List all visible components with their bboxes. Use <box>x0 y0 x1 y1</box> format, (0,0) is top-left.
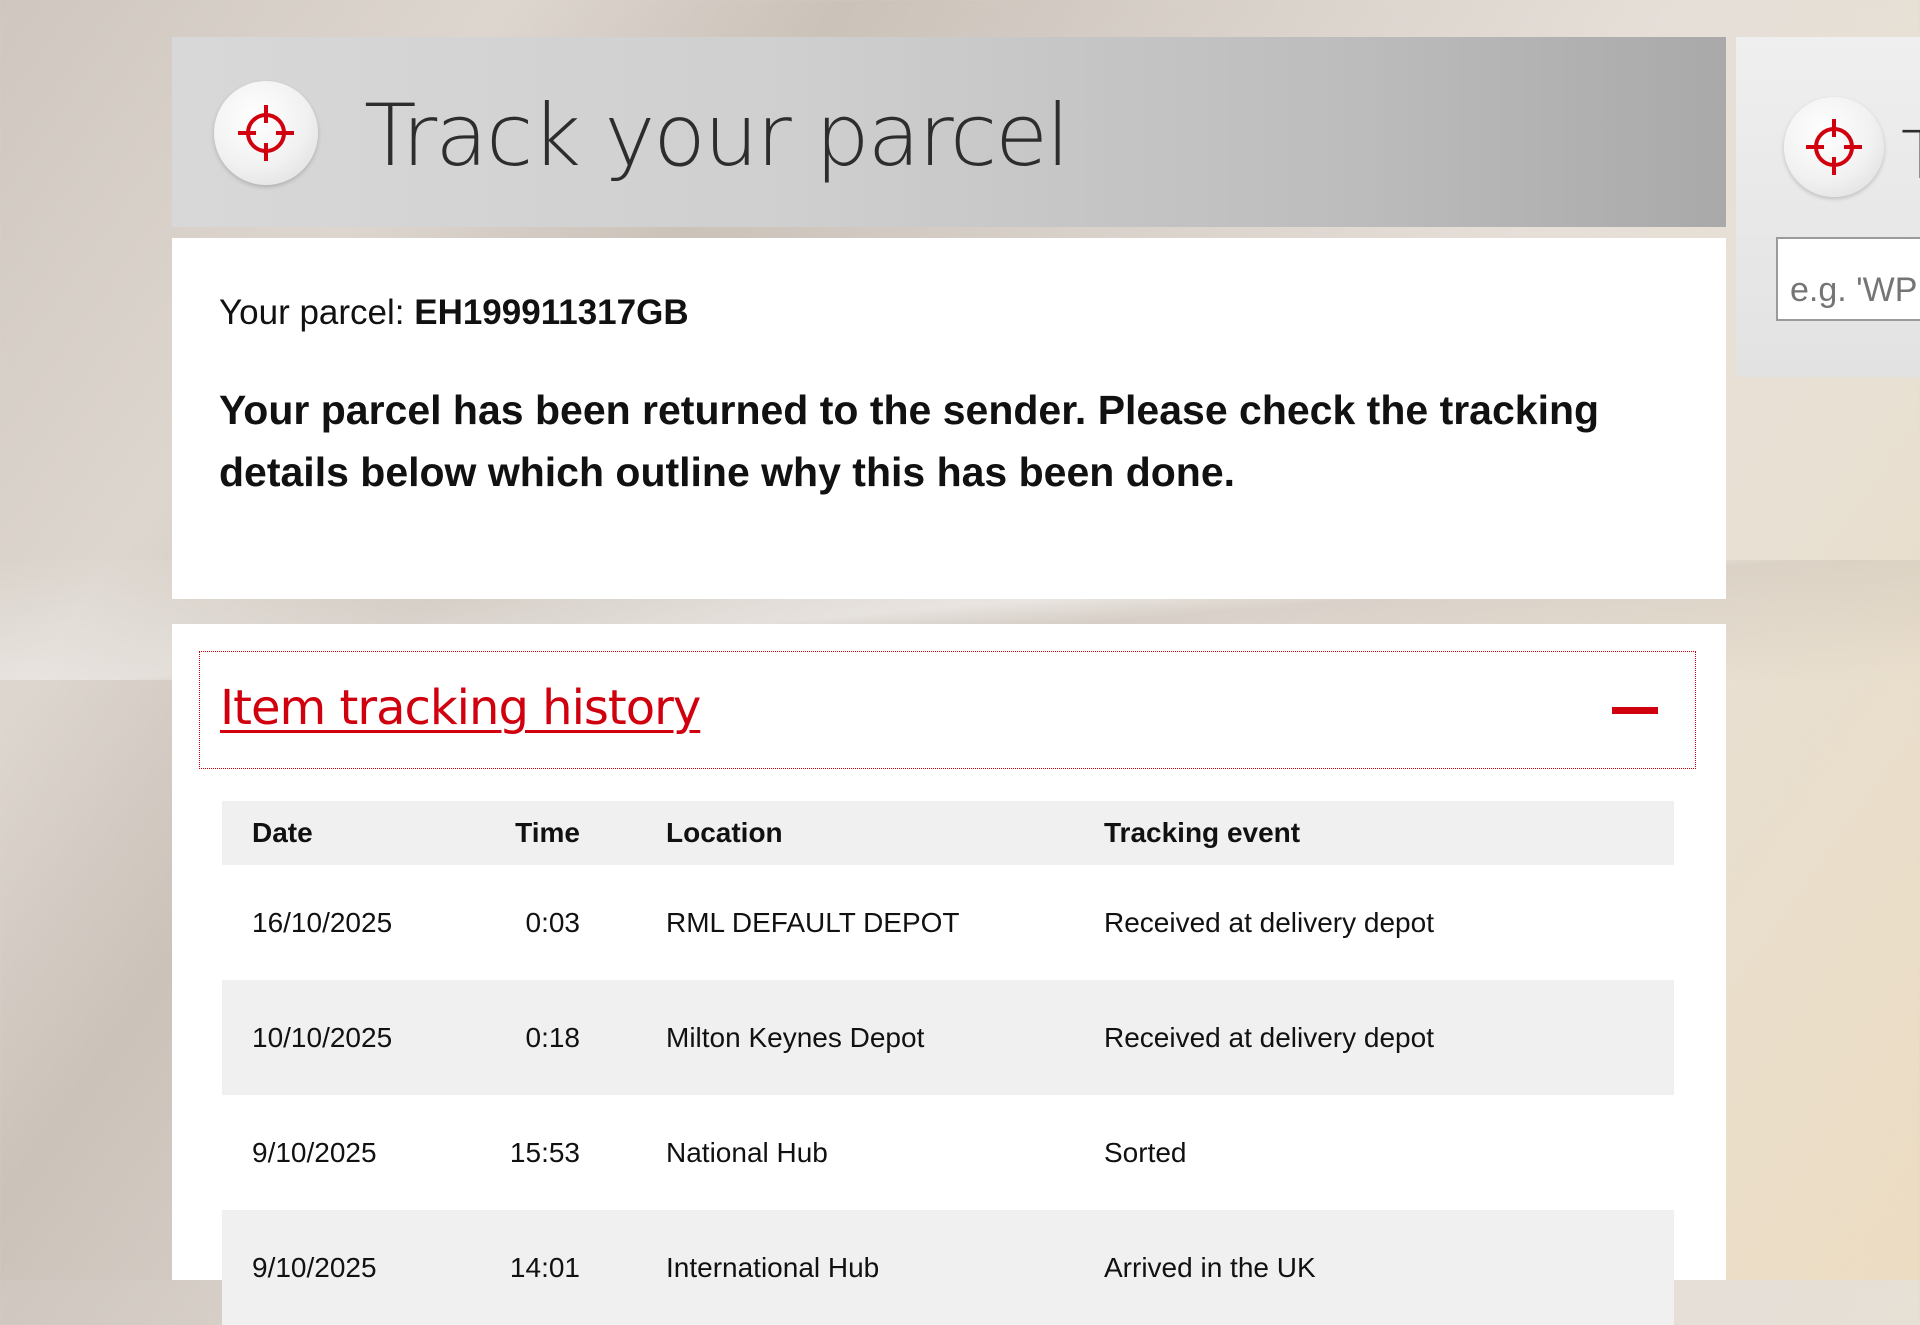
table-row: 16/10/2025 0:03 RML DEFAULT DEPOT Receiv… <box>222 865 1674 980</box>
row-event: Sorted <box>1104 1136 1187 1168</box>
row-time: 0:03 <box>525 906 581 938</box>
tracking-history-title[interactable]: Item tracking history <box>220 680 701 736</box>
row-date: 9/10/2025 <box>252 1136 377 1168</box>
row-event: Received at delivery depot <box>1104 980 1674 1095</box>
row-event: Arrived in the UK <box>1104 1210 1674 1325</box>
parcel-number: EH199911317GB <box>414 293 689 332</box>
side-panel-title: T <box>1901 117 1920 194</box>
column-header-date: Date <box>222 801 460 865</box>
table-header-row: Date Time Location Tracking event <box>222 801 1674 865</box>
row-event: Received at delivery depot <box>1104 906 1434 938</box>
row-location: Milton Keynes Depot <box>666 980 1104 1095</box>
row-date: 16/10/2025 <box>252 906 393 938</box>
track-parcel-header: Track your parcel <box>172 37 1726 227</box>
row-location: RML DEFAULT DEPOT <box>666 906 960 938</box>
crosshair-target-icon <box>214 81 318 185</box>
row-date: 9/10/2025 <box>222 1210 460 1325</box>
page-title: Track your parcel <box>364 86 1070 186</box>
parcel-label: Your parcel: <box>219 293 415 332</box>
table-row: 9/10/2025 15:53 National Hub Sorted <box>222 1095 1674 1210</box>
collapse-minus-icon[interactable] <box>1612 707 1658 714</box>
column-header-location: Location <box>666 801 1104 865</box>
parcel-status-card: Your parcel: EH199911317GB Your parcel h… <box>172 238 1726 599</box>
row-date: 10/10/2025 <box>222 980 460 1095</box>
row-location: International Hub <box>666 1210 1104 1325</box>
column-header-event: Tracking event <box>1104 801 1674 865</box>
row-time: 15:53 <box>509 1136 580 1168</box>
side-track-panel: T <box>1736 37 1920 377</box>
status-message: Your parcel has been returned to the sen… <box>219 387 1600 495</box>
column-header-time: Time <box>460 801 666 865</box>
table-row: 9/10/2025 14:01 International Hub Arrive… <box>222 1210 1674 1325</box>
table-row: 10/10/2025 0:18 Milton Keynes Depot Rece… <box>222 980 1674 1095</box>
row-time: 14:01 <box>460 1210 666 1325</box>
row-time: 0:18 <box>460 980 666 1095</box>
parcel-reference: Your parcel: EH199911317GB <box>219 293 689 333</box>
tracking-history-table: Date Time Location Tracking event 16/10/… <box>222 801 1674 1325</box>
tracking-number-input[interactable] <box>1776 237 1920 321</box>
row-location: National Hub <box>666 1136 828 1168</box>
crosshair-target-icon <box>1784 97 1884 197</box>
tracking-history-toggle[interactable]: Item tracking history <box>199 651 1696 769</box>
tracking-history-card: Item tracking history Date Time Location… <box>172 624 1726 1325</box>
